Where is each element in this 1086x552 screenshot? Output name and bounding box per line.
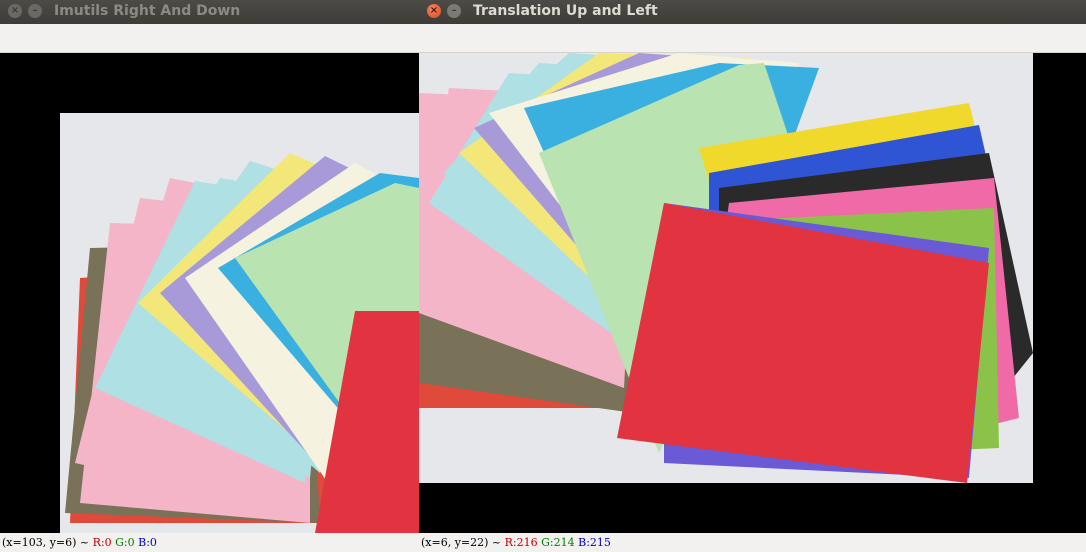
close-icon[interactable]: × [8, 4, 22, 18]
title-bar[interactable]: × – Translation Up and Left [419, 0, 1086, 24]
window-title: Imutils Right And Down [54, 3, 241, 19]
toolbar [419, 24, 1086, 53]
status-coords: (x=6, y=22) ~ [421, 536, 505, 549]
translated-image [60, 113, 419, 533]
image-canvas[interactable] [0, 53, 419, 533]
status-blue: B:215 [578, 536, 611, 549]
status-red: R:216 [504, 536, 538, 549]
translated-image [419, 53, 1033, 483]
status-red: R:0 [92, 536, 112, 549]
status-bar: (x=103, y=6) ~ R:0 G:0 B:0 [0, 533, 419, 552]
window-imutils-right-and-down: × – Imutils Right And Down (x=103, y=6) … [0, 0, 419, 552]
close-icon[interactable]: × [427, 4, 441, 18]
title-bar[interactable]: × – Imutils Right And Down [0, 0, 419, 24]
status-coords: (x=103, y=6) ~ [2, 536, 93, 549]
minimize-icon[interactable]: – [447, 4, 461, 18]
status-bar: (x=6, y=22) ~ R:216 G:214 B:215 [419, 533, 1086, 552]
status-green: G:214 [541, 536, 575, 549]
toolbar [0, 24, 419, 53]
window-title: Translation Up and Left [473, 3, 658, 19]
minimize-icon[interactable]: – [28, 4, 42, 18]
window-translation-up-and-left: × – Translation Up and Left (x=6, y=22) … [419, 0, 1086, 552]
image-canvas[interactable] [419, 53, 1086, 533]
status-green: G:0 [115, 536, 135, 549]
status-blue: B:0 [138, 536, 157, 549]
